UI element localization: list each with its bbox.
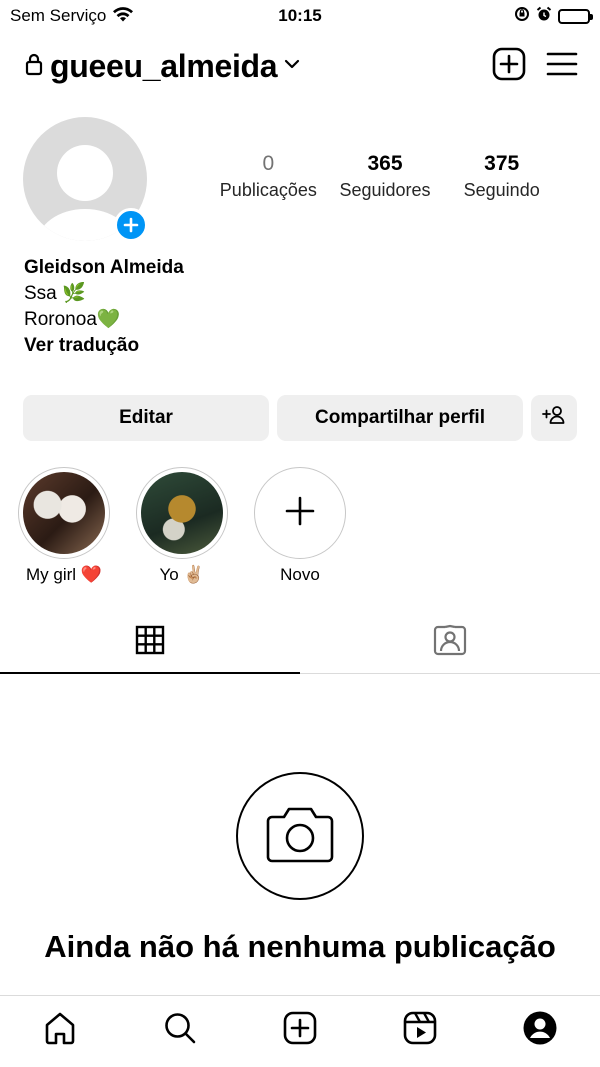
profile-actions: Editar Compartilhar perfil <box>23 395 577 441</box>
stat-followers[interactable]: 365 Seguidores <box>327 152 444 201</box>
create-button[interactable] <box>492 47 526 86</box>
nav-home[interactable] <box>30 1001 90 1061</box>
plus-square-icon <box>283 1011 317 1050</box>
tab-tagged[interactable] <box>300 612 600 673</box>
nav-reels[interactable] <box>390 1001 450 1061</box>
stat-following[interactable]: 375 Seguindo <box>443 152 560 201</box>
stat-posts-value: 0 <box>262 152 275 175</box>
story-highlights: My girl ❤️ Yo ✌🏼 Novo <box>18 467 346 585</box>
status-time: 10:15 <box>278 6 322 25</box>
add-story-button[interactable] <box>114 208 148 242</box>
stat-following-value: 375 <box>484 152 520 175</box>
reels-icon <box>403 1011 437 1050</box>
highlight-label: Yo ✌🏼 <box>159 565 205 584</box>
new-highlight-circle <box>254 467 346 559</box>
see-translation-link[interactable]: Ver tradução <box>24 333 184 359</box>
edit-profile-button[interactable]: Editar <box>23 395 269 441</box>
search-icon <box>163 1011 197 1050</box>
discover-people-button[interactable] <box>531 395 577 441</box>
carrier-label: Sem Serviço <box>10 6 107 25</box>
plus-icon <box>283 494 317 533</box>
profile-tabs <box>0 612 600 674</box>
orientation-lock-icon <box>514 6 530 27</box>
lock-icon <box>24 52 44 81</box>
hamburger-menu-icon <box>546 51 578 82</box>
alarm-icon <box>536 6 552 27</box>
new-highlight-button[interactable]: Novo <box>254 467 346 585</box>
profile-stats: 0 Publicações 365 Seguidores 375 Seguind… <box>210 152 560 201</box>
nav-search[interactable] <box>150 1001 210 1061</box>
share-profile-button[interactable]: Compartilhar perfil <box>277 395 523 441</box>
stat-followers-value: 365 <box>367 152 403 175</box>
nav-create[interactable] <box>270 1001 330 1061</box>
highlight-label: Novo <box>280 565 320 584</box>
username: gueeu_almeida <box>50 47 278 84</box>
add-person-icon <box>542 405 566 431</box>
stat-posts[interactable]: 0 Publicações <box>210 152 327 201</box>
stat-posts-label: Publicações <box>219 180 317 200</box>
highlight-ring <box>18 467 110 559</box>
stat-following-label: Seguindo <box>463 180 540 200</box>
highlight-yo[interactable]: Yo ✌🏼 <box>136 467 228 585</box>
highlight-ring <box>136 467 228 559</box>
empty-posts-camera-circle <box>236 772 364 900</box>
highlight-my-girl[interactable]: My girl ❤️ <box>18 467 110 585</box>
display-name: Gleidson Almeida <box>24 257 184 278</box>
camera-icon <box>264 803 336 870</box>
bio-line-2: Roronoa💚 <box>24 309 121 330</box>
bio-line-1: Ssa 🌿 <box>24 283 86 304</box>
empty-posts-title: Ainda não há nenhuma publicação <box>44 929 556 964</box>
bottom-navigation <box>0 995 600 1067</box>
battery-icon <box>558 8 593 24</box>
nav-profile[interactable] <box>510 1001 570 1061</box>
profile-header: gueeu_almeida <box>0 40 600 92</box>
grid-icon <box>135 625 165 660</box>
highlight-label: My girl ❤️ <box>26 565 102 584</box>
highlight-cover-image <box>141 472 223 554</box>
account-switcher[interactable]: gueeu_almeida <box>24 48 492 85</box>
tab-posts-grid[interactable] <box>0 612 300 674</box>
profile-bio: Gleidson Almeida Ssa 🌿 Roronoa💚 Ver trad… <box>24 255 184 359</box>
plus-square-icon <box>492 47 526 86</box>
home-icon <box>43 1011 77 1050</box>
tagged-person-icon <box>433 624 467 661</box>
profile-icon <box>522 1010 558 1051</box>
chevron-down-icon <box>283 57 301 75</box>
profile-avatar[interactable] <box>23 117 149 243</box>
stat-followers-label: Seguidores <box>339 180 431 200</box>
wifi-icon <box>112 6 134 27</box>
status-bar: Sem Serviço 10:15 <box>0 0 600 32</box>
menu-button[interactable] <box>546 51 578 82</box>
highlight-cover-image <box>23 472 105 554</box>
